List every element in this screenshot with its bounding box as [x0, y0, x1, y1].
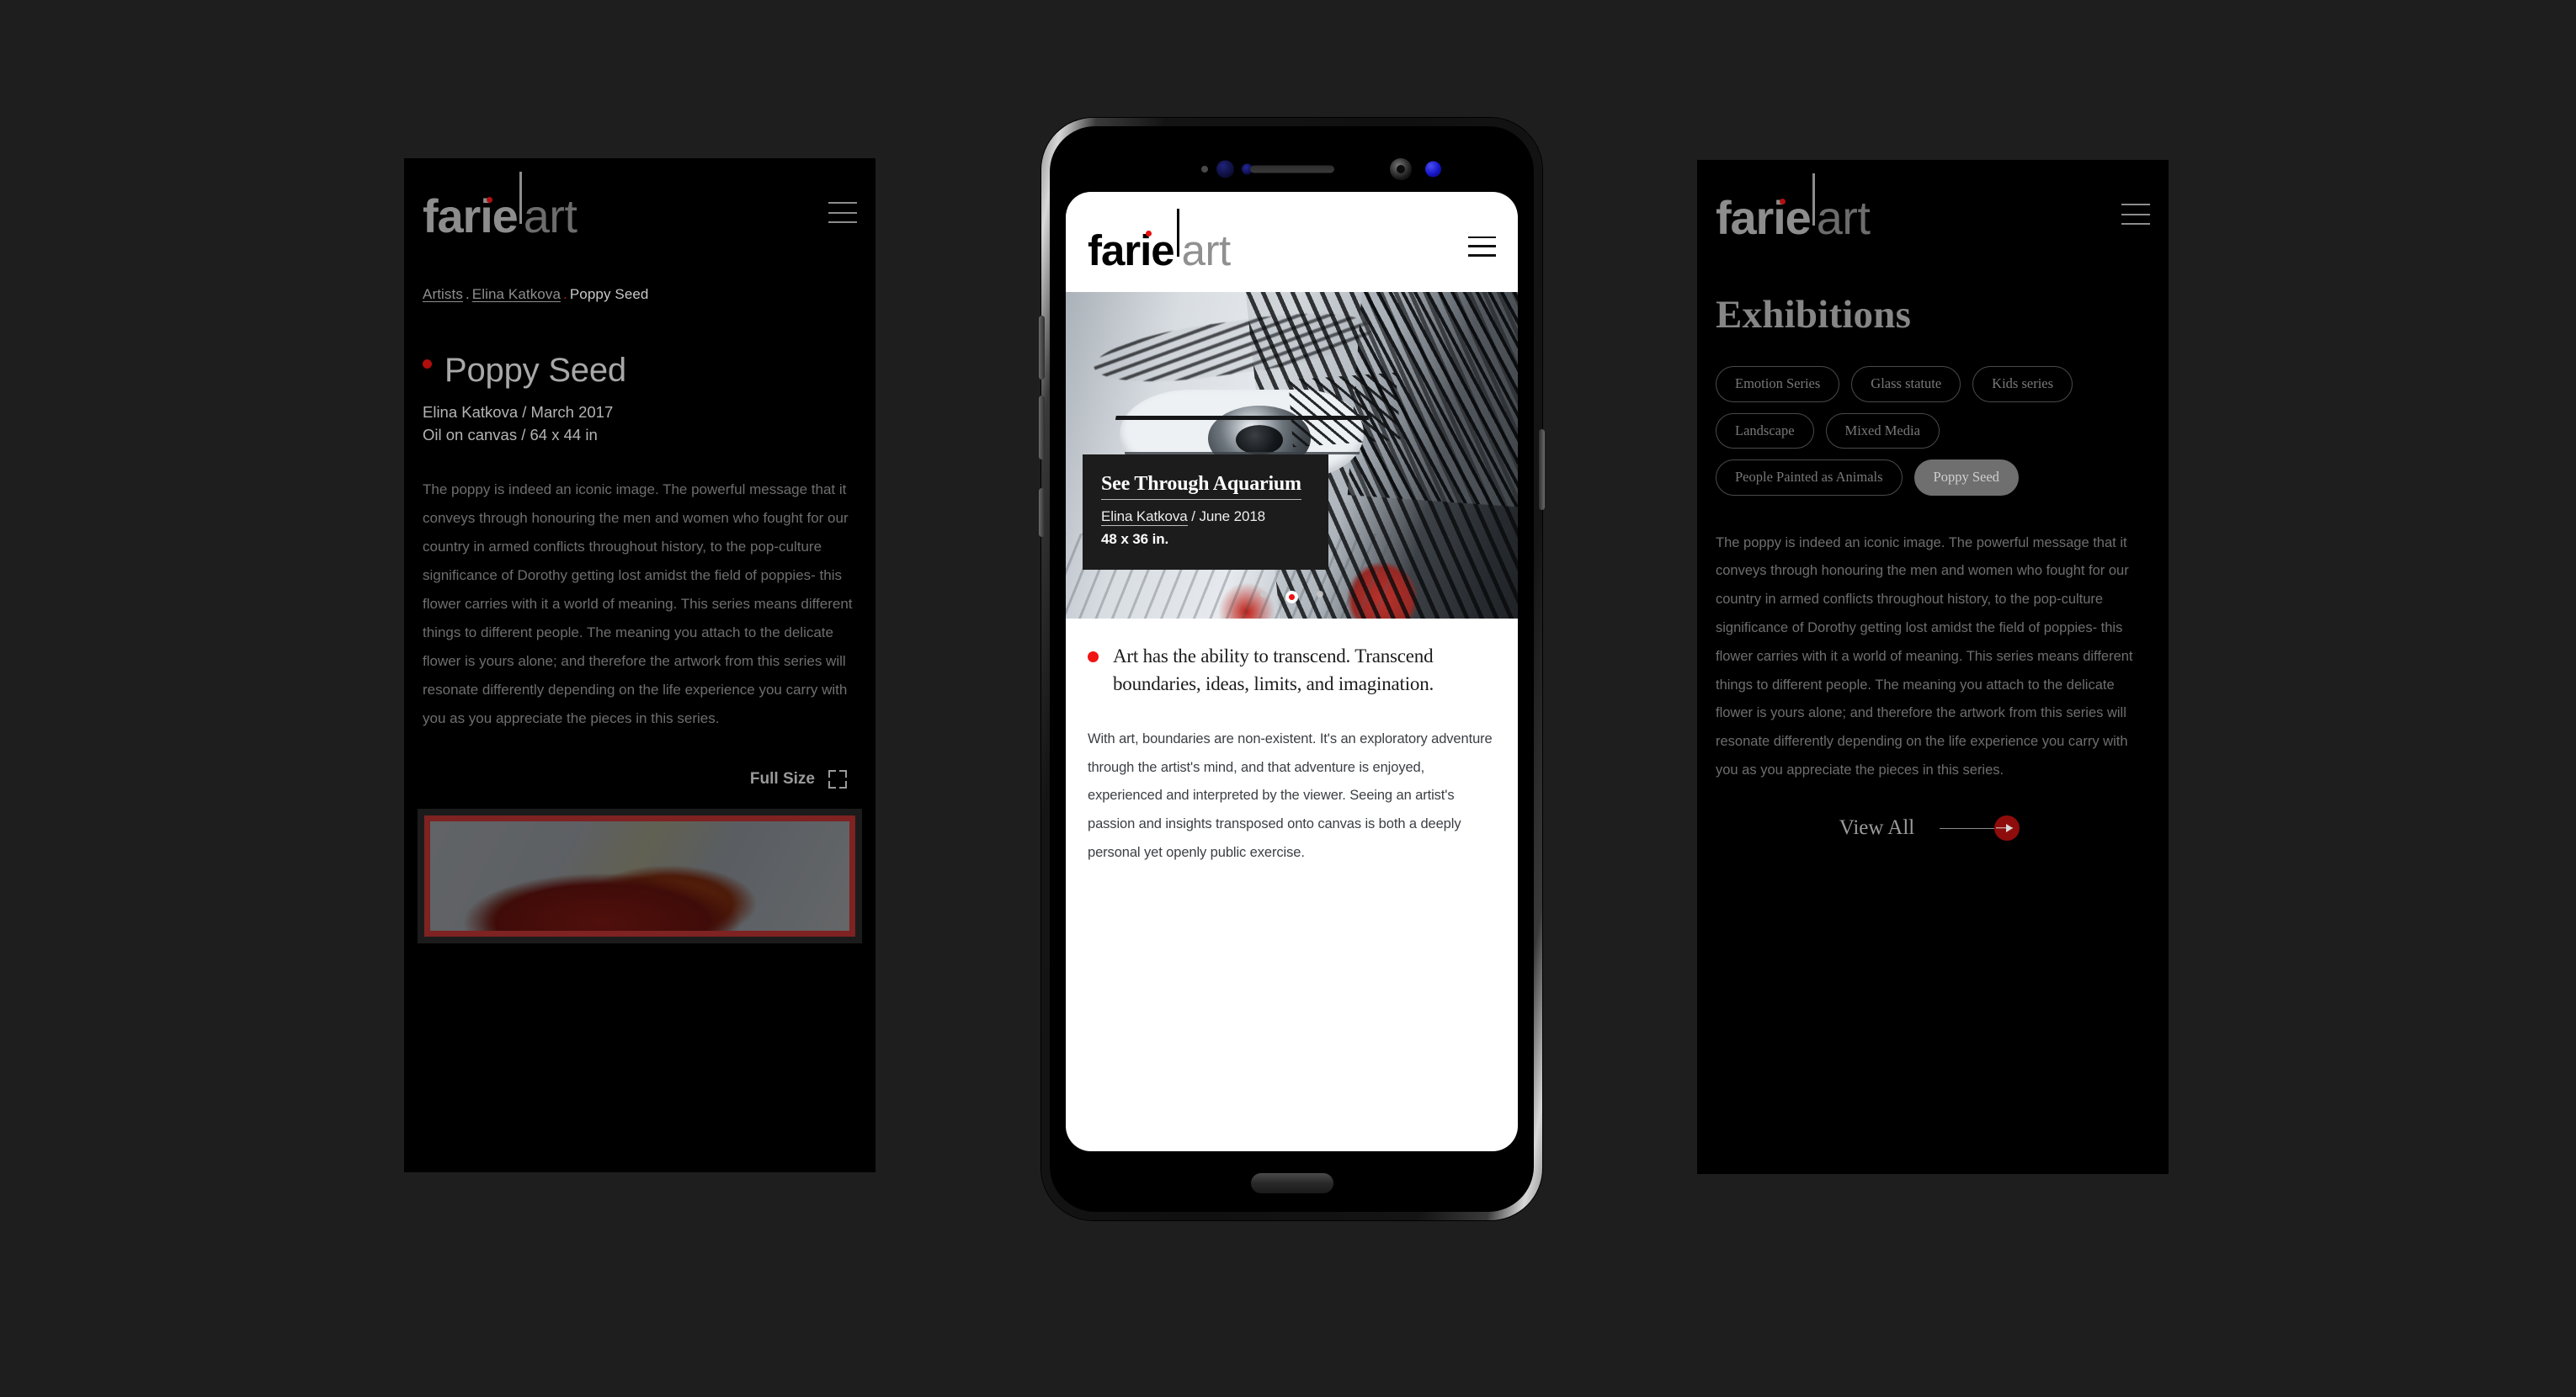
brand-logo[interactable]: farie art	[1716, 173, 1871, 244]
mobile-body-text: With art, boundaries are non-existent. I…	[1088, 730, 1493, 860]
phone-sensor-bar	[1050, 158, 1534, 180]
artwork-card-separator: /	[1191, 508, 1195, 524]
logo-text-secondary: art	[1181, 226, 1232, 274]
carousel-dot-active[interactable]	[1285, 591, 1298, 603]
logo-text-primary: farie	[1088, 226, 1175, 274]
logo-text-primary: farie	[1716, 191, 1812, 244]
tag-kids-series[interactable]: Kids series	[1972, 366, 2073, 402]
panel-header: farie art	[423, 158, 857, 240]
brand-logo[interactable]: farie art	[423, 172, 577, 242]
tag-mixed-media[interactable]: Mixed Media	[1825, 412, 1940, 449]
logo-text-primary: farie	[423, 189, 519, 242]
tag-poppy-seed[interactable]: Poppy Seed	[1913, 459, 2019, 496]
logo-divider-bar	[519, 172, 522, 224]
page-title: Poppy Seed	[444, 352, 626, 389]
artwork-info-card[interactable]: See Through Aquarium Elina Katkova / Jun…	[1083, 454, 1328, 570]
carousel-dot[interactable]	[1260, 591, 1267, 598]
breadcrumb: Artists. Elina Katkova. Poppy Seed	[423, 286, 857, 303]
artwork-image-frame[interactable]	[418, 808, 862, 943]
exhibitions-panel: farie art Exhibitions Emotion Series Glas…	[1697, 160, 2169, 1174]
artwork-card-artist[interactable]: Elina Katkova	[1101, 508, 1188, 526]
view-all-label: View All	[1839, 815, 1915, 839]
hamburger-icon[interactable]	[1468, 236, 1496, 257]
home-button[interactable]	[1250, 1173, 1333, 1193]
title-bullet-icon	[423, 359, 432, 369]
phone-mockup: farie art See Through Aquarium Elina Kat…	[1039, 118, 1545, 1220]
arrow-right-icon	[1940, 815, 2020, 841]
breadcrumb-separator-accent: .	[563, 286, 567, 302]
logo-divider-bar	[1176, 209, 1179, 257]
artwork-card-date: June 2018	[1199, 508, 1266, 524]
breadcrumb-separator: .	[465, 286, 470, 302]
brand-logo[interactable]: farie art	[1088, 209, 1232, 274]
logo-dot-icon	[487, 197, 492, 203]
artwork-card-title: See Through Aquarium	[1101, 473, 1301, 500]
status-led-icon	[1425, 161, 1441, 178]
hamburger-icon[interactable]	[2121, 204, 2150, 225]
volume-up-button[interactable]	[1039, 316, 1045, 380]
artwork-description: The poppy is indeed an iconic image. The…	[423, 481, 853, 726]
page-title: Exhibitions	[1716, 293, 1912, 337]
artwork-detail-panel: farie art Artists. Elina Katkova. Poppy See…	[404, 158, 876, 1172]
panel-header: farie art	[1716, 160, 2150, 242]
quote-bullet-icon	[1088, 651, 1099, 662]
phone-bezel: farie art See Through Aquarium Elina Kat…	[1050, 126, 1534, 1212]
artwork-card-dimensions: 48 x 36 in.	[1101, 531, 1169, 547]
expand-icon	[828, 769, 847, 789]
tag-landscape[interactable]: Landscape	[1716, 412, 1814, 449]
hamburger-icon[interactable]	[828, 202, 857, 223]
phone-screen: farie art See Through Aquarium Elina Kat…	[1066, 192, 1518, 1151]
logo-dot-icon	[1146, 231, 1152, 236]
breadcrumb-link-artists[interactable]: Artists	[423, 286, 463, 302]
artwork-artist-date: Elina Katkova / March 2017	[423, 403, 614, 421]
breadcrumb-current: Poppy Seed	[569, 286, 649, 302]
front-camera-icon	[1390, 158, 1412, 180]
artwork-card-subtitle: Elina Katkova / June 2018	[1101, 508, 1310, 526]
tag-glass-statute[interactable]: Glass statute	[1851, 366, 1961, 402]
quote-text: Art has the ability to transcend. Transc…	[1113, 645, 1434, 695]
quote-block: Art has the ability to transcend. Transc…	[1088, 642, 1496, 698]
earpiece-speaker-icon	[1249, 165, 1334, 173]
logo-text-secondary: art	[523, 189, 577, 242]
power-button[interactable]	[1539, 429, 1545, 510]
carousel-dot[interactable]	[1317, 591, 1323, 598]
artwork-medium-size: Oil on canvas / 64 x 44 in	[423, 425, 598, 444]
full-size-button[interactable]: Full Size	[423, 769, 857, 789]
iris-scanner-icon	[1216, 160, 1234, 178]
exhibition-description: The poppy is indeed an iconic image. The…	[1716, 534, 2133, 778]
artwork-meta: Elina Katkova / March 2017 Oil on canvas…	[423, 401, 857, 447]
assistant-button[interactable]	[1039, 488, 1045, 537]
view-all-button[interactable]: View All	[1716, 815, 2150, 841]
breadcrumb-link-artist[interactable]: Elina Katkova	[472, 286, 561, 302]
mobile-header: farie art	[1066, 192, 1518, 272]
proximity-sensor-icon	[1201, 166, 1208, 173]
exhibition-tag-list: Emotion Series Glass statute Kids series…	[1716, 366, 2137, 496]
hero-carousel[interactable]: See Through Aquarium Elina Katkova / Jun…	[1066, 292, 1518, 619]
full-size-label: Full Size	[749, 769, 815, 788]
tag-people-painted-as-animals[interactable]: People Painted as Animals	[1716, 459, 1903, 496]
logo-text-secondary: art	[1816, 191, 1871, 244]
volume-down-button[interactable]	[1039, 396, 1045, 459]
artwork-image	[424, 815, 855, 937]
tag-emotion-series[interactable]: Emotion Series	[1716, 366, 1840, 402]
carousel-dots	[1066, 591, 1518, 603]
logo-dot-icon	[1780, 199, 1786, 205]
logo-divider-bar	[1812, 173, 1815, 226]
artwork-title-row: Poppy Seed	[423, 352, 857, 390]
